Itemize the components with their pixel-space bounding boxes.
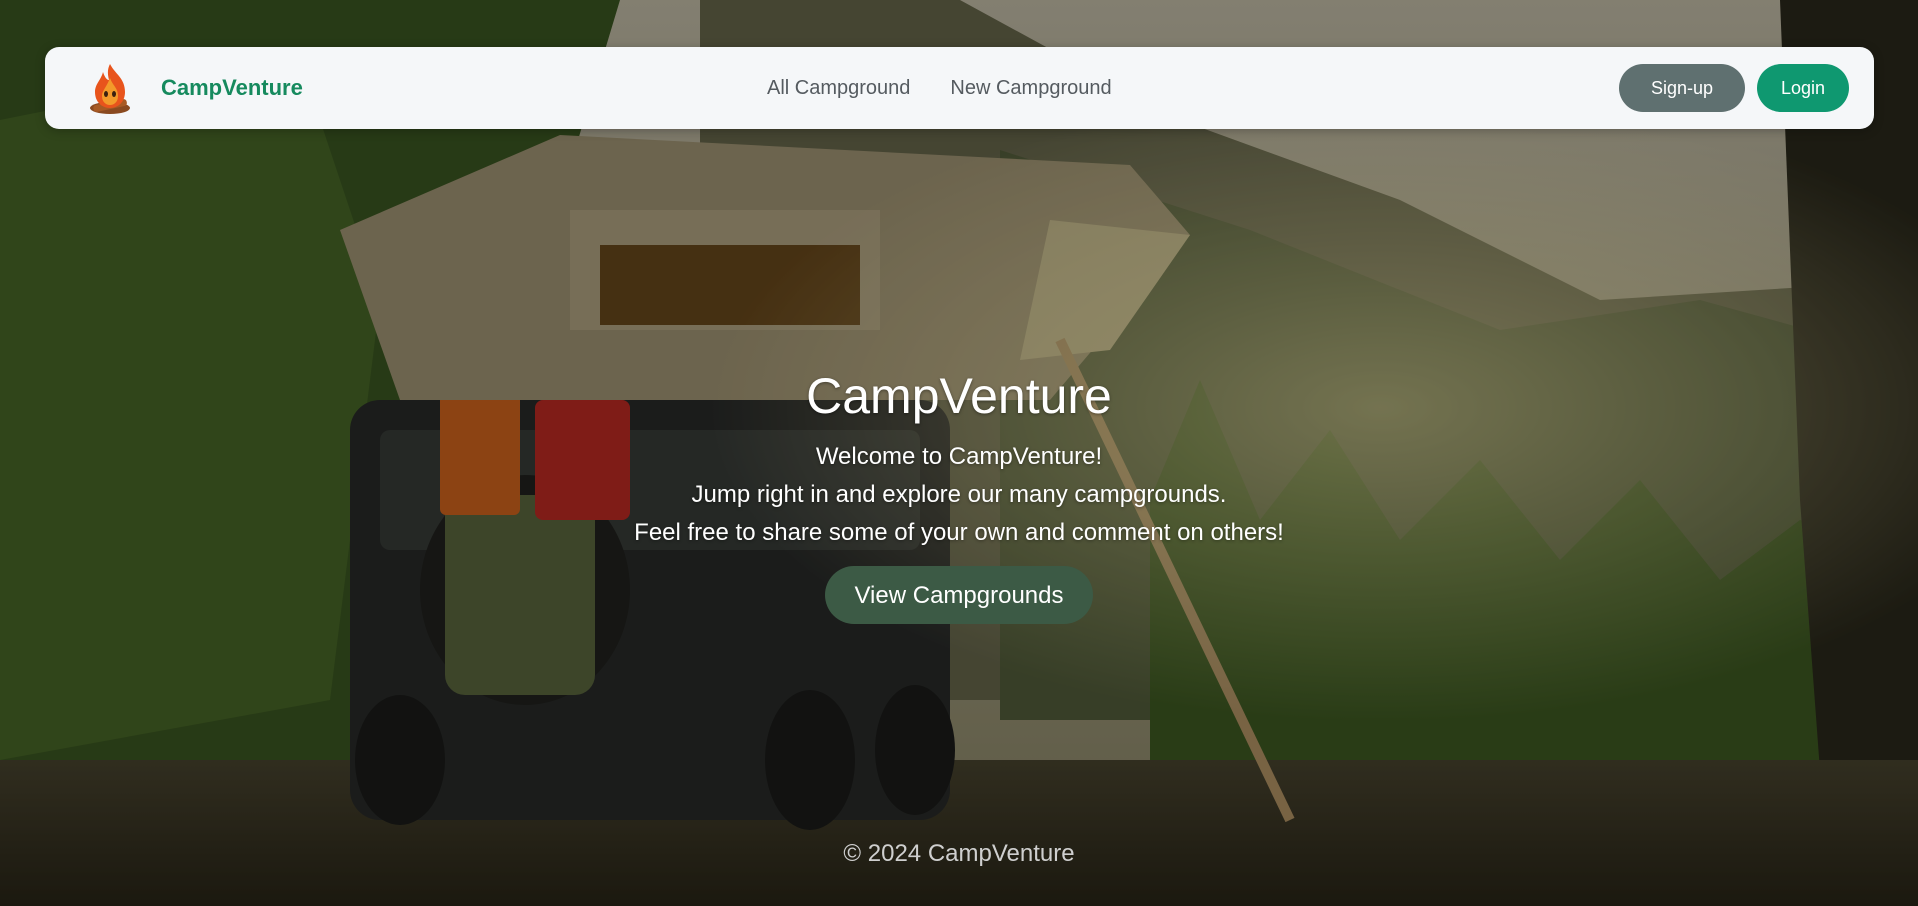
hero-welcome-text: Welcome to CampVenture! (815, 443, 1103, 470)
navbar: CampVenture All Campground New Campgroun… (45, 47, 1874, 129)
hero-share-text: Feel free to share some of your own and … (634, 519, 1284, 546)
hero-title: CampVenture (806, 368, 1112, 424)
login-button[interactable]: Login (1757, 64, 1849, 112)
brand-name: CampVenture (161, 75, 303, 100)
brand-link[interactable]: CampVenture (85, 59, 303, 117)
page: CampVenture All Campground New Campgroun… (0, 0, 1918, 906)
hero-explore-text: Jump right in and explore our many campg… (691, 481, 1227, 508)
nav-link-new-campground[interactable]: New Campground (950, 77, 1111, 100)
nav-link-all-campground[interactable]: All Campground (767, 77, 910, 100)
nav-links: All Campground New Campground (767, 47, 1152, 129)
view-campgrounds-button[interactable]: View Campgrounds (825, 566, 1093, 624)
signup-button[interactable]: Sign-up (1619, 64, 1745, 112)
nav-actions: Sign-up Login (1619, 64, 1849, 112)
footer-copyright: © 2024 CampVenture (843, 840, 1075, 867)
hero: CampVenture Welcome to CampVenture! Jump… (0, 362, 1918, 624)
campfire-icon (90, 64, 130, 114)
